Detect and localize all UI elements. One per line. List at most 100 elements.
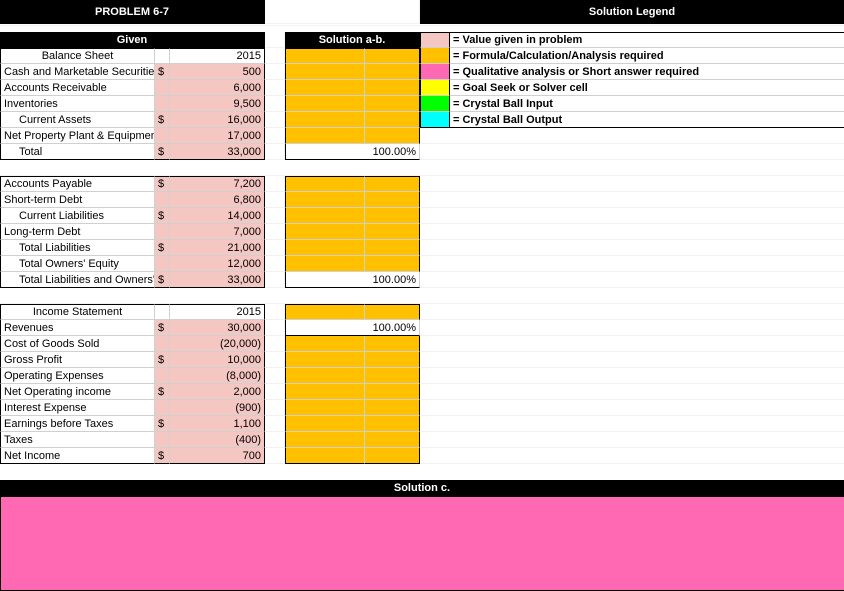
sol-cell[interactable] bbox=[365, 240, 420, 256]
sol-cell[interactable] bbox=[365, 448, 420, 464]
val-cell[interactable]: 7,000 bbox=[170, 224, 265, 240]
sol-cell[interactable] bbox=[365, 224, 420, 240]
val-cell[interactable]: 7,200 bbox=[170, 176, 265, 192]
sol-cell[interactable] bbox=[365, 384, 420, 400]
val-cell[interactable]: 16,000 bbox=[170, 112, 265, 128]
given-header: Given bbox=[0, 32, 265, 48]
val-cell[interactable]: 6,800 bbox=[170, 192, 265, 208]
val-cell[interactable]: (20,000) bbox=[170, 336, 265, 352]
val-cell[interactable]: 6,000 bbox=[170, 80, 265, 96]
val-cell[interactable]: (8,000) bbox=[170, 368, 265, 384]
gap bbox=[420, 416, 844, 432]
sol-cell[interactable] bbox=[365, 432, 420, 448]
sol-cell[interactable] bbox=[365, 208, 420, 224]
val-cell[interactable]: 17,000 bbox=[170, 128, 265, 144]
val-cell[interactable]: 500 bbox=[170, 64, 265, 80]
sol-cell[interactable] bbox=[285, 256, 365, 272]
sol-cell[interactable] bbox=[285, 368, 365, 384]
val-cell[interactable]: 14,000 bbox=[170, 208, 265, 224]
val-cell[interactable]: (900) bbox=[170, 400, 265, 416]
val-cell[interactable]: 10,000 bbox=[170, 352, 265, 368]
row-label: Net Income bbox=[0, 448, 155, 464]
sym-cell: $ bbox=[155, 416, 170, 432]
legend-swatch-pink bbox=[420, 32, 450, 48]
legend-text-yellow: = Goal Seek or Solver cell bbox=[450, 80, 844, 96]
sym-cell bbox=[155, 368, 170, 384]
gap bbox=[265, 304, 285, 320]
sol-cell[interactable] bbox=[285, 304, 365, 320]
sol-pct[interactable]: 100.00% bbox=[285, 320, 420, 336]
sol-cell[interactable] bbox=[365, 192, 420, 208]
sym-cell: $ bbox=[155, 64, 170, 80]
gap bbox=[265, 400, 285, 416]
sol-cell[interactable] bbox=[365, 336, 420, 352]
sol-cell[interactable] bbox=[285, 176, 365, 192]
sol-cell[interactable] bbox=[285, 400, 365, 416]
sol-cell[interactable] bbox=[285, 416, 365, 432]
sym-cell bbox=[155, 80, 170, 96]
sol-cell[interactable] bbox=[285, 80, 365, 96]
gap bbox=[265, 128, 285, 144]
sym-cell bbox=[155, 256, 170, 272]
val-cell[interactable]: (400) bbox=[170, 432, 265, 448]
legend-text-hotpink: = Qualitative analysis or Short answer r… bbox=[450, 64, 844, 80]
sol-cell[interactable] bbox=[285, 224, 365, 240]
sol-cell[interactable] bbox=[365, 96, 420, 112]
gap bbox=[265, 368, 285, 384]
val-cell[interactable]: 21,000 bbox=[170, 240, 265, 256]
sol-cell[interactable] bbox=[285, 96, 365, 112]
sol-cell[interactable] bbox=[365, 80, 420, 96]
sol-cell[interactable] bbox=[365, 112, 420, 128]
val-cell[interactable]: 30,000 bbox=[170, 320, 265, 336]
sym-cell bbox=[155, 128, 170, 144]
sol-cell[interactable] bbox=[365, 416, 420, 432]
sol-cell[interactable] bbox=[365, 256, 420, 272]
sol-cell[interactable] bbox=[285, 208, 365, 224]
sol-cell[interactable] bbox=[285, 240, 365, 256]
sol-cell[interactable] bbox=[285, 384, 365, 400]
spacer bbox=[0, 160, 844, 176]
val-cell[interactable]: 2,000 bbox=[170, 384, 265, 400]
sol-cell[interactable] bbox=[285, 128, 365, 144]
row-label: Taxes bbox=[0, 432, 155, 448]
val-cell[interactable]: 9,500 bbox=[170, 96, 265, 112]
sol-cell[interactable] bbox=[285, 112, 365, 128]
legend-text-gold: = Formula/Calculation/Analysis required bbox=[450, 48, 844, 64]
sol-cell[interactable] bbox=[365, 176, 420, 192]
sym-cell: $ bbox=[155, 176, 170, 192]
sol-pct[interactable]: 100.00% bbox=[285, 144, 420, 160]
sym-cell bbox=[155, 304, 170, 320]
val-cell[interactable]: 700 bbox=[170, 448, 265, 464]
gap bbox=[265, 80, 285, 96]
gap bbox=[420, 224, 844, 240]
val-cell[interactable]: 12,000 bbox=[170, 256, 265, 272]
sol-cell[interactable] bbox=[365, 400, 420, 416]
sol-cell[interactable] bbox=[365, 352, 420, 368]
gap bbox=[265, 416, 285, 432]
sol-cell[interactable] bbox=[285, 448, 365, 464]
legend-text-green: = Crystal Ball Input bbox=[450, 96, 844, 112]
solution-c-area[interactable] bbox=[0, 496, 844, 591]
sol-cell[interactable] bbox=[365, 64, 420, 80]
gap bbox=[265, 32, 285, 48]
gap bbox=[420, 320, 844, 336]
sol-cell[interactable] bbox=[285, 192, 365, 208]
val-cell[interactable]: 33,000 bbox=[170, 144, 265, 160]
sol-cell[interactable] bbox=[285, 48, 365, 64]
sym-cell bbox=[155, 192, 170, 208]
sol-cell[interactable] bbox=[365, 304, 420, 320]
sol-cell[interactable] bbox=[285, 64, 365, 80]
sol-cell[interactable] bbox=[285, 336, 365, 352]
legend-swatch-gold bbox=[420, 48, 450, 64]
legend-swatch-cyan bbox=[420, 112, 450, 128]
val-cell[interactable]: 1,100 bbox=[170, 416, 265, 432]
sol-cell[interactable] bbox=[285, 432, 365, 448]
sol-cell[interactable] bbox=[365, 368, 420, 384]
sol-pct[interactable]: 100.00% bbox=[285, 272, 420, 288]
sol-cell[interactable] bbox=[285, 352, 365, 368]
sol-cell[interactable] bbox=[365, 128, 420, 144]
year-cell: 2015 bbox=[170, 304, 265, 320]
sol-cell[interactable] bbox=[365, 48, 420, 64]
val-cell[interactable]: 33,000 bbox=[170, 272, 265, 288]
gap bbox=[420, 384, 844, 400]
